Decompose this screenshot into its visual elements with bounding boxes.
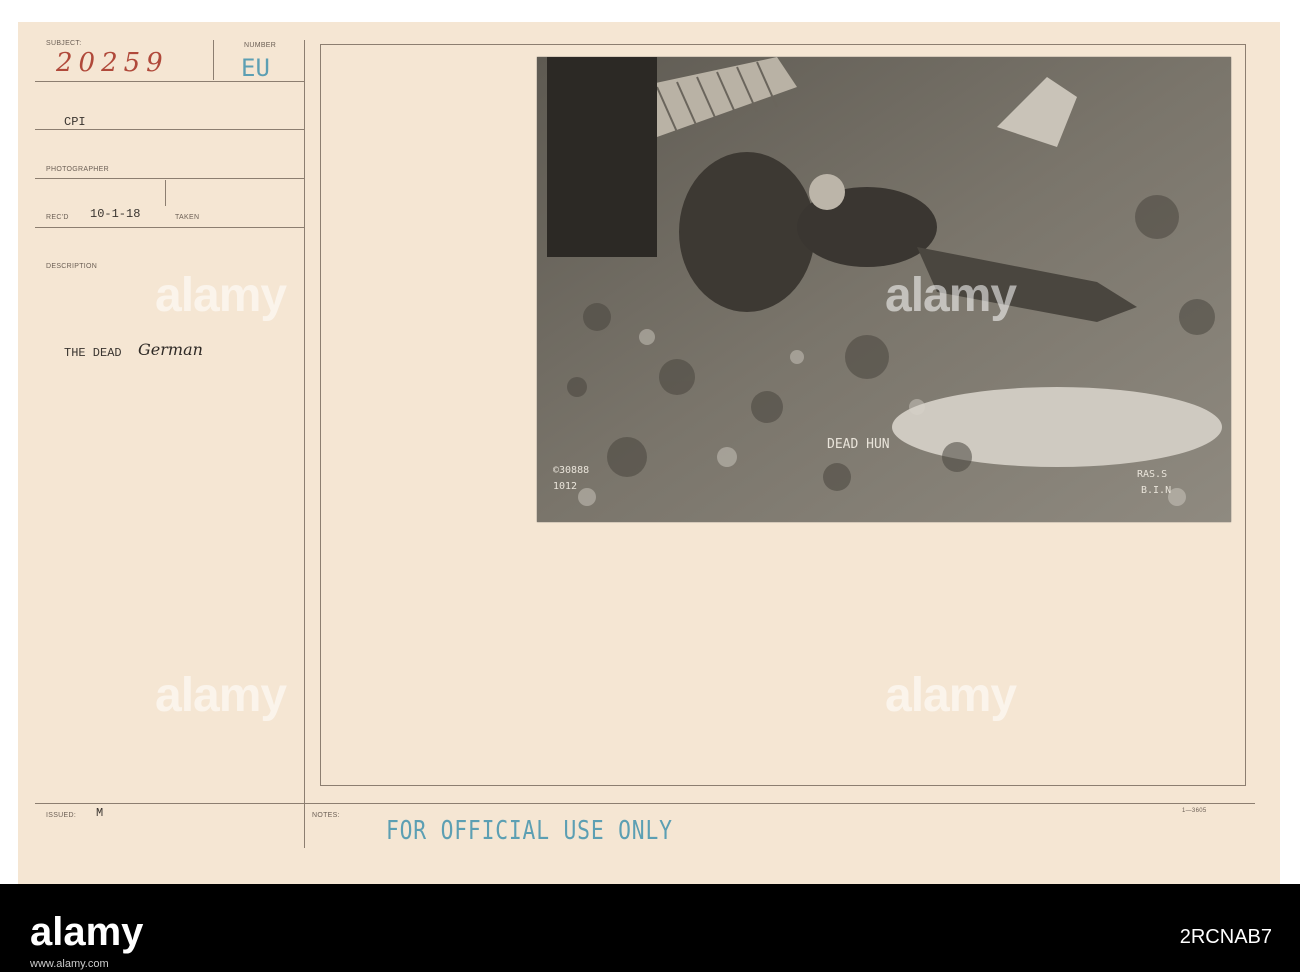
puddle bbox=[892, 387, 1222, 467]
issued-label: ISSUED: bbox=[46, 812, 77, 819]
divider bbox=[213, 40, 214, 80]
overcoat bbox=[679, 152, 815, 312]
photo-mark-right-2: B.I.N bbox=[1141, 485, 1172, 496]
photo-mark-right-1: RAS.S bbox=[1137, 469, 1168, 480]
divider bbox=[35, 129, 305, 130]
footer-bar bbox=[0, 884, 1300, 972]
war-photograph: DEAD HUN ©30888 1012 RAS.S B.I.N bbox=[537, 57, 1231, 522]
divider bbox=[165, 180, 166, 206]
recd-value: 10-1-18 bbox=[90, 207, 141, 221]
description-typed: THE DEAD bbox=[64, 346, 122, 360]
number-value: EU bbox=[241, 54, 270, 82]
description-handwritten: German bbox=[138, 340, 203, 359]
divider bbox=[35, 178, 305, 179]
divider bbox=[35, 227, 305, 228]
footer-url[interactable]: www.alamy.com bbox=[30, 958, 109, 970]
photographer-label: PHOTOGRAPHER bbox=[46, 166, 109, 173]
watermark: alamy bbox=[155, 669, 287, 722]
number-label: NUMBER bbox=[244, 42, 277, 49]
subject-label: SUBJECT: bbox=[46, 40, 82, 47]
subject-value: 20259 bbox=[56, 48, 169, 78]
photo-mark-left-2: 1012 bbox=[553, 481, 578, 492]
column-divider bbox=[304, 40, 305, 848]
soldier-head bbox=[809, 174, 845, 210]
cpi-text: CPI bbox=[64, 115, 86, 129]
standing-figure bbox=[547, 57, 657, 257]
form-number: 1—3605 bbox=[1182, 808, 1207, 814]
issued-value: M bbox=[96, 806, 104, 820]
official-use-stamp: FOR OFFICIAL USE ONLY bbox=[386, 816, 673, 846]
watermark: alamy bbox=[155, 269, 287, 322]
photo-caption: DEAD HUN bbox=[827, 437, 890, 452]
notes-label: NOTES: bbox=[312, 812, 340, 819]
description-label: DESCRIPTION bbox=[46, 263, 98, 270]
watermark: alamy bbox=[885, 669, 1017, 722]
photo-scene bbox=[537, 57, 1231, 522]
divider bbox=[35, 803, 1255, 804]
photo-mark-left-1: ©30888 bbox=[553, 465, 590, 476]
image-id: 2RCNAB7 bbox=[1179, 926, 1272, 948]
recd-label: REC'D bbox=[46, 214, 69, 221]
watermark: alamy bbox=[885, 269, 1017, 322]
taken-label: TAKEN bbox=[175, 214, 200, 221]
footer-logo: alamy bbox=[30, 910, 144, 954]
